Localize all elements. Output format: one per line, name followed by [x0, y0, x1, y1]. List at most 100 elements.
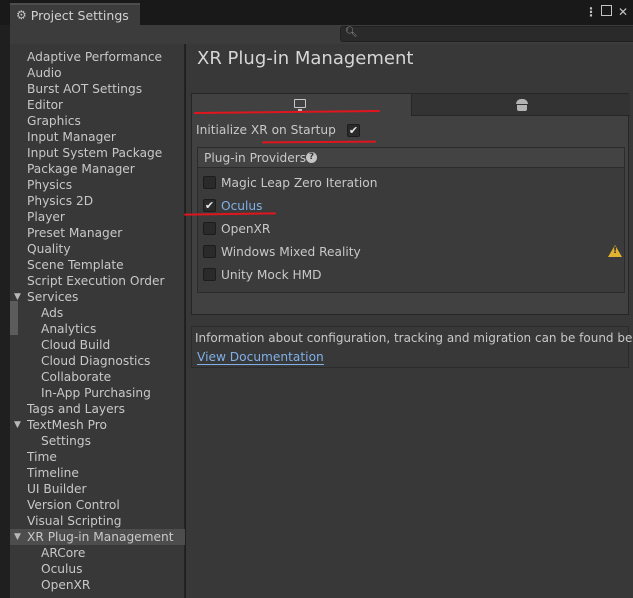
- sidebar-item-xr-plug-in-management[interactable]: ▼ XR Plug-in Management: [10, 529, 185, 545]
- window-titlebar: ⚙ Project Settings ⋮ ✕: [0, 0, 633, 25]
- sidebar-item-label: Services: [27, 290, 79, 304]
- sidebar-item-analytics[interactable]: Analytics: [10, 321, 185, 337]
- sidebar-item-label: Player: [27, 210, 65, 224]
- sidebar-item-script-execution-order[interactable]: Script Execution Order: [10, 273, 185, 289]
- provider-windows-mixed-reality: Windows Mixed Reality!: [203, 244, 622, 260]
- sidebar-item-label: Oculus: [41, 562, 83, 576]
- android-icon: [516, 99, 528, 111]
- sidebar-item-label: Cloud Diagnostics: [41, 354, 151, 368]
- window-title: Project Settings: [30, 7, 129, 23]
- provider-label[interactable]: Windows Mixed Reality: [221, 244, 361, 260]
- sidebar-item-input-system-package[interactable]: Input System Package: [10, 145, 185, 161]
- provider-checkbox[interactable]: [203, 268, 216, 281]
- sidebar-item-oculus[interactable]: Oculus: [10, 561, 185, 577]
- sidebar-item-cloud-diagnostics[interactable]: Cloud Diagnostics: [10, 353, 185, 369]
- sidebar-item-label: TextMesh Pro: [27, 418, 107, 432]
- sidebar-item-label: Tags and Layers: [27, 402, 125, 416]
- search-icon: 🔍︎: [345, 27, 358, 38]
- warning-icon: !: [608, 245, 622, 257]
- sidebar-item-editor[interactable]: Editor: [10, 97, 185, 113]
- sidebar-item-label: OpenXR: [41, 578, 91, 592]
- sidebar-item-version-control[interactable]: Version Control: [10, 497, 185, 513]
- provider-label[interactable]: Unity Mock HMD: [221, 267, 322, 283]
- page-title: XR Plug-in Management: [197, 48, 414, 69]
- sidebar-item-label: Settings: [41, 434, 91, 448]
- sidebar-item-player[interactable]: Player: [10, 209, 185, 225]
- initialize-xr-checkbox[interactable]: ✔: [347, 124, 360, 137]
- sidebar-item-services[interactable]: ▼ Services: [10, 289, 185, 305]
- tab-android[interactable]: [411, 94, 630, 116]
- sidebar-item-physics[interactable]: Physics: [10, 177, 185, 193]
- sidebar-item-label: Adaptive Performance: [27, 50, 163, 64]
- info-box: Information about configuration, trackin…: [191, 326, 633, 368]
- sidebar-scrollbar[interactable]: [10, 301, 18, 335]
- sidebar-item-visual-scripting[interactable]: Visual Scripting: [10, 513, 185, 529]
- sidebar-item-label: Visual Scripting: [27, 514, 122, 528]
- provider-checkbox[interactable]: [203, 222, 216, 235]
- sidebar-item-label: Input Manager: [27, 130, 116, 144]
- sidebar-item-label: In-App Purchasing: [41, 386, 151, 400]
- sidebar-item-label: ARCore: [41, 546, 86, 560]
- provider-checkbox[interactable]: ✔: [203, 199, 216, 212]
- provider-label[interactable]: Oculus: [221, 198, 262, 214]
- sidebar-item-label: Scene Template: [27, 258, 124, 272]
- sidebar-item-adaptive-performance[interactable]: Adaptive Performance: [10, 49, 185, 65]
- sidebar-item-textmesh-pro[interactable]: ▼ TextMesh Pro: [10, 417, 185, 433]
- search-input[interactable]: 🔍︎: [340, 26, 633, 42]
- sidebar-item-label: Analytics: [41, 322, 97, 336]
- sidebar-item-label: Script Execution Order: [27, 274, 165, 288]
- sidebar-item-graphics[interactable]: Graphics: [10, 113, 185, 129]
- provider-checkbox[interactable]: [203, 176, 216, 189]
- sidebar-item-label: Ads: [41, 306, 64, 320]
- expand-arrow-icon[interactable]: ▼: [14, 417, 21, 433]
- provider-label[interactable]: OpenXR: [221, 221, 270, 237]
- sidebar-item-label: Audio: [27, 66, 62, 80]
- sidebar-item-label: UI Builder: [27, 482, 87, 496]
- sidebar-item-in-app-purchasing[interactable]: In-App Purchasing: [10, 385, 185, 401]
- view-documentation-link[interactable]: View Documentation: [197, 350, 324, 365]
- provider-magic-leap-zero-iteration: Magic Leap Zero Iteration: [203, 175, 621, 191]
- sidebar-item-label: Physics 2D: [27, 194, 94, 208]
- sidebar-item-label: Graphics: [27, 114, 81, 128]
- sidebar-item-ui-builder[interactable]: UI Builder: [10, 481, 185, 497]
- sidebar-item-label: Cloud Build: [41, 338, 111, 352]
- gear-icon: ⚙: [16, 8, 27, 22]
- sidebar-item-package-manager[interactable]: Package Manager: [10, 161, 185, 177]
- sidebar-item-arcore[interactable]: ARCore: [10, 545, 185, 561]
- help-icon[interactable]: ?: [306, 152, 317, 163]
- maximize-icon[interactable]: [601, 5, 612, 16]
- settings-panel: XR Plug-in Management Initialize XR on S…: [186, 44, 633, 598]
- provider-checkbox[interactable]: [203, 245, 216, 258]
- sidebar-item-input-manager[interactable]: Input Manager: [10, 129, 185, 145]
- expand-arrow-icon[interactable]: ▼: [14, 529, 21, 545]
- sidebar-item-label: Physics: [27, 178, 73, 192]
- sidebar-item-label: Burst AOT Settings: [27, 82, 143, 96]
- sidebar-item-openxr[interactable]: OpenXR: [10, 577, 185, 593]
- sidebar-item-collaborate[interactable]: Collaborate: [10, 369, 185, 385]
- more-options-icon[interactable]: ⋮: [585, 5, 597, 19]
- sidebar-item-settings[interactable]: Settings: [10, 433, 185, 449]
- close-icon[interactable]: ✕: [618, 5, 628, 19]
- sidebar-item-physics-2d[interactable]: Physics 2D: [10, 193, 185, 209]
- monitor-icon: [294, 99, 306, 112]
- sidebar-item-label: Editor: [27, 98, 64, 112]
- sidebar-item-tags-and-layers[interactable]: Tags and Layers: [10, 401, 185, 417]
- sidebar-item-label: Package Manager: [27, 162, 135, 176]
- settings-sidebar: Adaptive Performance Audio Burst AOT Setti…: [10, 44, 185, 598]
- initialize-xr-label: Initialize XR on Startup: [196, 123, 336, 137]
- sidebar-item-scene-template[interactable]: Scene Template: [10, 257, 185, 273]
- plugin-providers-title: Plug-in Providers: [204, 151, 307, 165]
- sidebar-item-ads[interactable]: Ads: [10, 305, 185, 321]
- sidebar-item-preset-manager[interactable]: Preset Manager: [10, 225, 185, 241]
- sidebar-item-cloud-build[interactable]: Cloud Build: [10, 337, 185, 353]
- sidebar-item-label: Version Control: [27, 498, 120, 512]
- window-tab[interactable]: ⚙ Project Settings: [10, 3, 140, 25]
- sidebar-item-audio[interactable]: Audio: [10, 65, 185, 81]
- search-toolbar: 🔍︎: [10, 25, 633, 44]
- provider-label[interactable]: Magic Leap Zero Iteration: [221, 175, 377, 191]
- sidebar-item-quality[interactable]: Quality: [10, 241, 185, 257]
- sidebar-item-label: Time: [27, 450, 57, 464]
- sidebar-item-time[interactable]: Time: [10, 449, 185, 465]
- sidebar-item-burst-aot-settings[interactable]: Burst AOT Settings: [10, 81, 185, 97]
- sidebar-item-timeline[interactable]: Timeline: [10, 465, 185, 481]
